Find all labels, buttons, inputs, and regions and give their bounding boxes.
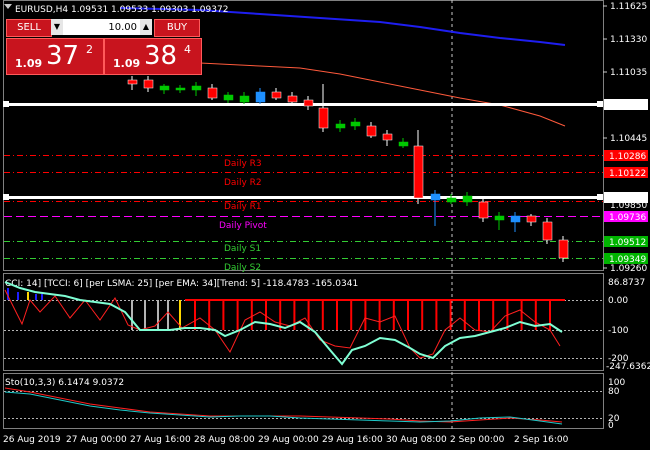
candle-body [271, 91, 282, 99]
candle-body [207, 87, 218, 99]
symbol-info: EURUSD,H4 1.09531 1.09533 1.09303 1.0937… [15, 5, 228, 15]
price-tick: 1.10445 [610, 134, 647, 144]
cci-title: CCI: 14] [TCCI: 6] [per LSMA: 25] [per E… [5, 279, 358, 289]
candle-body [366, 125, 377, 137]
candle-body [287, 95, 298, 103]
candle-body [239, 95, 250, 103]
price-tick: 1.11035 [610, 68, 647, 78]
candle-body [430, 193, 441, 201]
candle-body [255, 91, 266, 103]
candle-body [175, 87, 186, 91]
time-axis: 26 Aug 2019 27 Aug 00:00 27 Aug 16:00 28… [3, 435, 569, 445]
triangle-down-icon [4, 4, 12, 9]
sell-price-button[interactable]: 1.09 37 2 [6, 38, 104, 75]
badge-1-09736-text: 1.09736 [609, 213, 646, 223]
price-badges: 1.10719 1.10286 1.10122 1.09889 1.09736 … [604, 99, 648, 265]
badge-1-10286-text: 1.10286 [609, 152, 646, 162]
lot-size-input[interactable] [65, 19, 137, 35]
time-label: 2 Sep 00:00 [450, 435, 505, 445]
time-label: 28 Aug 08:00 [194, 435, 255, 445]
candle-body [318, 107, 329, 129]
sto-title: Sto(10,3,3) 6.1474 9.0372 [5, 378, 124, 388]
ma-red-line [199, 62, 566, 127]
candle-body [558, 239, 569, 259]
sto-main-line [4, 391, 563, 425]
sell-price-fraction: 2 [86, 43, 93, 56]
lot-size-field[interactable]: ▼ ▲ [51, 19, 152, 35]
one-click-trading-panel: SELL ▼ ▲ BUY 1.09 37 2 1.09 38 4 [4, 17, 202, 75]
candle-body [159, 85, 170, 91]
buy-price-prefix: 1.09 [113, 57, 141, 70]
candle-body [398, 141, 409, 147]
candle-body [335, 123, 346, 129]
candle-body [462, 195, 473, 203]
stochastic-panel: Sto(10,3,3) 6.1474 9.0372 100 80 20 0 [4, 378, 625, 431]
price-tick: 1.11330 [610, 35, 647, 45]
time-label: 30 Aug 08:00 [386, 435, 447, 445]
sto-tick: 80 [608, 387, 620, 397]
time-label: 29 Aug 00:00 [258, 435, 319, 445]
pivot-label-r3: Daily R3 [224, 159, 262, 169]
badge-1-09889-text: 1.09889 [609, 194, 646, 204]
candle-body [350, 121, 361, 127]
time-label: 2 Sep 16:00 [514, 435, 569, 445]
time-label: 26 Aug 2019 [3, 435, 61, 445]
sto-tick: 0 [608, 421, 614, 431]
pivot-label-s1: Daily S1 [224, 244, 261, 254]
level-lines [3, 101, 603, 259]
badge-1-09512-text: 1.09512 [609, 238, 646, 248]
price-tick: 1.09260 [610, 264, 647, 274]
candle-body [446, 197, 457, 203]
time-label: 27 Aug 16:00 [130, 435, 191, 445]
candle-body [191, 85, 202, 91]
cci-tick: 86.8737 [608, 278, 645, 288]
candle-body [494, 215, 505, 221]
candle-body [143, 79, 154, 89]
arrow-down-icon[interactable]: ▼ [51, 19, 63, 35]
pivot-label-r1: Daily R1 [224, 202, 262, 212]
badge-1-10719-text: 1.10719 [609, 101, 646, 111]
pivot-label-pivot: Daily Pivot [219, 221, 267, 231]
sell-button[interactable]: SELL [6, 19, 52, 37]
cci-panel: CCI: 14] [TCCI: 6] [per LSMA: 25] [per E… [4, 278, 650, 372]
candle-body [382, 133, 393, 141]
buy-price-pips: 38 [144, 41, 178, 71]
candle-body [510, 215, 521, 223]
candle-body [478, 201, 489, 219]
candle-body [413, 145, 424, 199]
cci-tick: 0.00 [608, 296, 628, 306]
price-tick: 1.11625 [610, 2, 647, 12]
candle-body [542, 221, 553, 241]
time-label: 27 Aug 00:00 [66, 435, 127, 445]
sell-price-pips: 37 [46, 41, 80, 71]
price-axis: 1.11625 1.11330 1.11035 1.10445 1.09850 … [603, 2, 647, 274]
sell-price-prefix: 1.09 [15, 57, 43, 70]
candle-body [303, 99, 314, 107]
buy-button[interactable]: BUY [154, 19, 200, 37]
pivot-label-s2: Daily S2 [224, 263, 261, 273]
candle-body [127, 79, 138, 85]
cci-tick: -100 [608, 326, 629, 336]
pivot-label-r2: Daily R2 [224, 178, 262, 188]
badge-1-10122-text: 1.10122 [609, 169, 646, 179]
time-label: 29 Aug 16:00 [322, 435, 383, 445]
candle-body [526, 215, 537, 223]
candle-body [223, 94, 234, 101]
buy-price-fraction: 4 [184, 43, 191, 56]
badge-1-09349-text: 1.09349 [609, 255, 646, 265]
arrow-up-icon[interactable]: ▲ [140, 19, 152, 35]
buy-price-button[interactable]: 1.09 38 4 [104, 38, 202, 75]
cci-tick: -247.6362 [606, 362, 650, 372]
